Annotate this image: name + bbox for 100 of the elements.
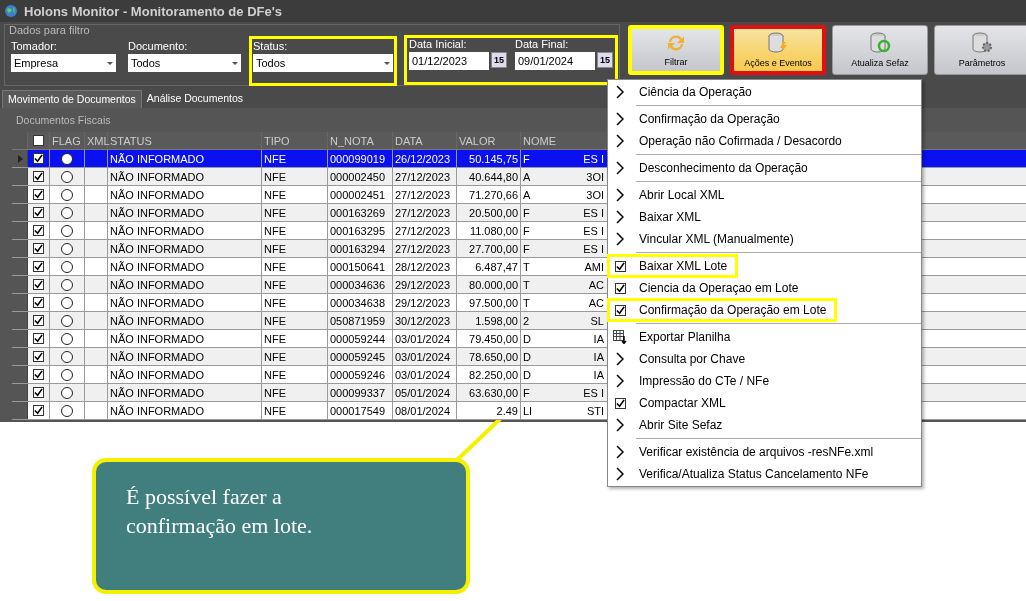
- table-cell: 78.650,00: [469, 350, 518, 363]
- table-cell: 03/01/2024: [395, 350, 451, 363]
- calendar-button[interactable]: 15: [491, 52, 507, 68]
- checkbox[interactable]: [33, 243, 44, 254]
- flag-icon: [61, 188, 73, 201]
- table-cell: NFE: [264, 152, 286, 165]
- table-cell: 03/01/2024: [395, 332, 451, 345]
- table-cell: ES I: [583, 152, 604, 165]
- toolbar-button[interactable]: Atualiza Sefaz: [832, 25, 928, 75]
- table-cell: 000059245: [330, 350, 386, 363]
- table-cell: ES I: [583, 242, 604, 255]
- table-cell: NÃO INFORMADO: [110, 206, 205, 219]
- menu-item[interactable]: Ciência da Operação: [608, 81, 921, 103]
- menu-item[interactable]: Confirmação da Operação: [608, 108, 921, 130]
- column-header[interactable]: FLAG: [50, 132, 85, 149]
- check-icon[interactable]: [614, 304, 626, 316]
- table-cell: 000150641: [330, 260, 386, 273]
- table-cell: NFE: [264, 350, 286, 363]
- table-cell: NFE: [264, 278, 286, 291]
- flag-icon: [61, 350, 73, 363]
- field-label: Data Inicial:: [409, 38, 468, 50]
- table-cell: 000059246: [330, 368, 386, 381]
- column-header[interactable]: VALOR: [457, 132, 521, 149]
- checkbox[interactable]: [33, 315, 44, 326]
- table-cell: T: [523, 296, 530, 309]
- chevron-icon: [616, 188, 624, 202]
- table-cell: F: [523, 224, 530, 237]
- table-cell: NFE: [264, 404, 286, 417]
- tab[interactable]: Movimento de Documentos: [2, 90, 142, 108]
- column-header[interactable]: N_NOTA: [328, 132, 393, 149]
- checkbox[interactable]: [33, 261, 44, 272]
- checkbox[interactable]: [33, 225, 44, 236]
- flag-icon: [61, 404, 73, 417]
- table-cell: NFE: [264, 386, 286, 399]
- toolbar-button[interactable]: Filtrar: [628, 25, 724, 75]
- flag-icon: [61, 368, 73, 381]
- table-cell: 050871959: [330, 314, 386, 327]
- checkbox[interactable]: [33, 207, 44, 218]
- table-cell: AMI: [584, 260, 604, 273]
- column-header[interactable]: DATA: [393, 132, 457, 149]
- table-cell: 6.487,47: [475, 260, 518, 273]
- table-cell: 30/12/2023: [395, 314, 451, 327]
- flag-icon: [61, 152, 73, 165]
- checkbox[interactable]: [33, 351, 44, 362]
- table-cell: 27/12/2023: [395, 206, 451, 219]
- table-cell: D: [523, 332, 531, 345]
- table-cell: NÃO INFORMADO: [110, 368, 205, 381]
- checkbox[interactable]: [33, 297, 44, 308]
- check-icon[interactable]: [614, 260, 626, 272]
- date-field[interactable]: 01/12/2023: [409, 52, 489, 70]
- chevron-icon: [616, 418, 624, 432]
- table-cell: NÃO INFORMADO: [110, 386, 205, 399]
- menu-item[interactable]: Verifica/Atualiza Status Cancelamento NFe: [608, 463, 921, 485]
- table-cell: A: [523, 188, 531, 201]
- flag-icon: [61, 278, 73, 291]
- dropdown[interactable]: Todos: [253, 54, 393, 72]
- chevron-icon: [616, 134, 624, 148]
- checkbox[interactable]: [33, 279, 44, 290]
- toolbar-button[interactable]: Parâmetros: [934, 25, 1026, 75]
- checkbox[interactable]: [33, 333, 44, 344]
- check-icon[interactable]: [614, 397, 626, 409]
- table-cell: 29/12/2023: [395, 296, 451, 309]
- chevron-icon: [616, 374, 624, 388]
- window-title: Holons Monitor - Monitoramento de DFe's: [24, 3, 283, 19]
- checkbox[interactable]: [33, 387, 44, 398]
- checkbox[interactable]: [33, 405, 44, 416]
- table-cell: F: [523, 152, 530, 165]
- dropdown[interactable]: Empresa: [11, 54, 116, 72]
- checkbox[interactable]: [33, 369, 44, 380]
- table-cell: 26/12/2023: [395, 152, 451, 165]
- menu-item[interactable]: Verificar existência de arquivos -resNFe.xml: [608, 441, 921, 463]
- panel-title: Documentos Fiscais: [16, 114, 111, 126]
- tab[interactable]: Análise Documentos: [141, 90, 249, 108]
- table-cell: NFE: [264, 314, 286, 327]
- table-cell: T: [523, 260, 530, 273]
- table-cell: 20.500,00: [469, 206, 518, 219]
- table-cell: NFE: [264, 206, 286, 219]
- column-header[interactable]: STATUS: [108, 132, 262, 149]
- table-cell: NÃO INFORMADO: [110, 350, 205, 363]
- table-cell: 000059244: [330, 332, 386, 345]
- checkbox[interactable]: [33, 153, 44, 164]
- calendar-button[interactable]: 15: [597, 52, 613, 68]
- menu-item[interactable]: Baixar XML Lote: [608, 255, 738, 277]
- date-field[interactable]: 09/01/2024: [515, 52, 595, 70]
- table-cell: F: [523, 386, 530, 399]
- chevron-icon: [616, 232, 624, 246]
- column-header[interactable]: TIPO: [262, 132, 328, 149]
- table-cell: NÃO INFORMADO: [110, 224, 205, 237]
- table-cell: 11.080,00: [469, 224, 518, 237]
- checkbox[interactable]: [33, 189, 44, 200]
- toolbar-button[interactable]: Ações e Eventos: [730, 25, 826, 75]
- checkbox[interactable]: [33, 171, 44, 182]
- menu-item[interactable]: Abrir Local XML: [608, 184, 921, 206]
- table-cell: D: [523, 350, 531, 363]
- table-cell: IA: [593, 332, 604, 345]
- database-bolt-icon: [767, 32, 789, 54]
- dropdown[interactable]: Todos: [128, 54, 241, 72]
- flag-icon: [61, 296, 73, 309]
- check-icon[interactable]: [614, 282, 626, 294]
- select-all-checkbox[interactable]: [33, 135, 44, 146]
